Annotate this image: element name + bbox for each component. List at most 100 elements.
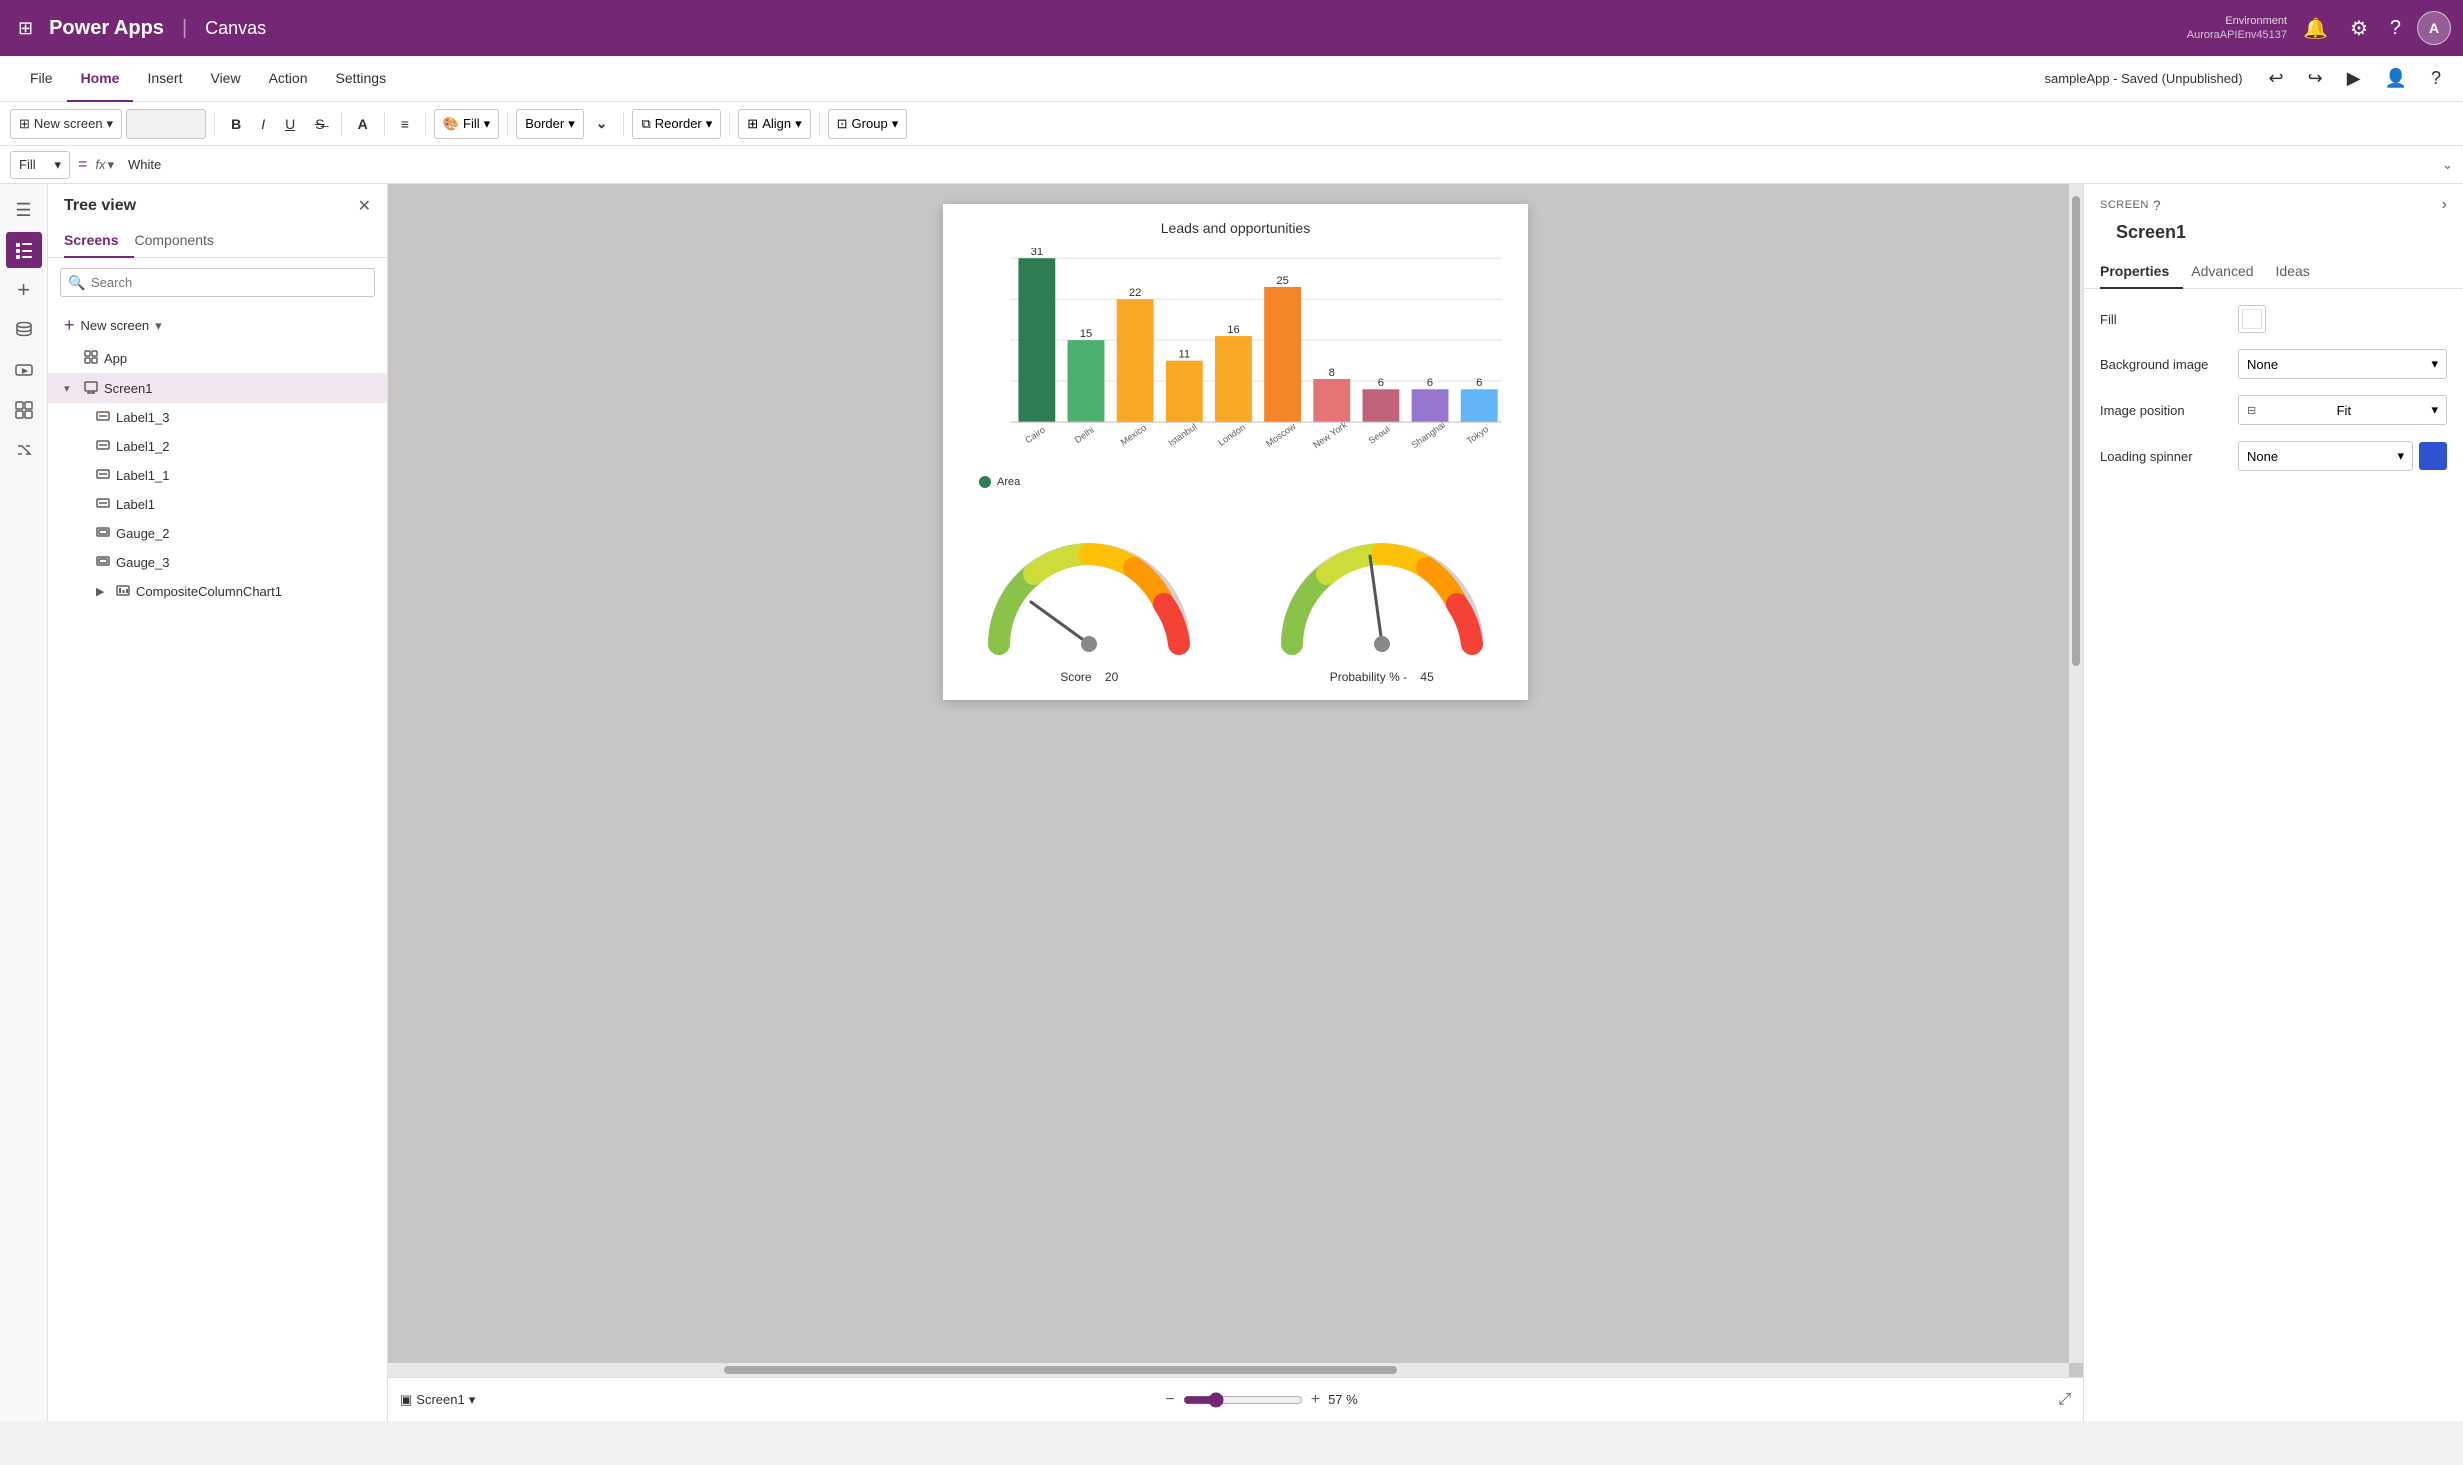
chevron-down-button[interactable]: ⌄: [588, 109, 616, 139]
formula-input[interactable]: [122, 153, 2434, 176]
tab-ideas[interactable]: Ideas: [2276, 255, 2324, 289]
bottom-right: ⤢: [2058, 1391, 2071, 1409]
tree-item-label1-2[interactable]: Label1_2: [48, 432, 387, 461]
avatar[interactable]: A: [2417, 11, 2451, 45]
tree-item-label1-1[interactable]: Label1_1: [48, 461, 387, 490]
search-input[interactable]: [60, 268, 375, 297]
play-icon[interactable]: ▶: [2341, 62, 2367, 95]
image-position-icon: ⊟: [2247, 404, 2256, 417]
loading-spinner-color-swatch[interactable]: [2419, 442, 2447, 470]
group-chevron: ▾: [892, 116, 899, 132]
screen-help-icon[interactable]: ?: [2153, 197, 2161, 213]
image-position-selected: Fit: [2337, 403, 2351, 418]
fill-label: Fill: [463, 116, 480, 131]
undo-icon[interactable]: ↩: [2263, 62, 2290, 95]
app-icon: [84, 350, 98, 367]
zoom-value: 57 %: [1328, 1392, 1368, 1407]
variables-icon[interactable]: [6, 432, 42, 468]
expand-button[interactable]: ⤢: [2058, 1391, 2071, 1409]
environment-value: AuroraAPIEnv45137: [2187, 28, 2287, 42]
tab-components[interactable]: Components: [134, 224, 229, 258]
fill-color-box[interactable]: [2238, 305, 2266, 333]
property-selector[interactable]: Fill ▾: [10, 151, 70, 179]
tab-screens[interactable]: Screens: [64, 224, 134, 258]
tree-item-label1-3[interactable]: Label1_3: [48, 403, 387, 432]
svg-text:25: 25: [1276, 275, 1289, 287]
svg-text:Delhi: Delhi: [1073, 425, 1096, 445]
tab-advanced[interactable]: Advanced: [2191, 255, 2267, 289]
gear-icon[interactable]: ⚙: [2344, 10, 2374, 47]
search-icon: 🔍: [68, 274, 85, 291]
menu-action[interactable]: Action: [255, 56, 322, 102]
zoom-out-button[interactable]: −: [1165, 1391, 1174, 1409]
font-color-button[interactable]: A: [350, 109, 376, 139]
fill-dropdown[interactable]: 🎨 Fill ▾: [434, 109, 499, 139]
tree-item-app[interactable]: App: [48, 344, 387, 373]
bell-icon[interactable]: 🔔: [2297, 10, 2334, 47]
canvas-scroll[interactable]: Leads and opportunities 31 15: [388, 184, 2083, 1377]
user-icon[interactable]: 👤: [2379, 62, 2413, 95]
zoom-number: 57: [1328, 1392, 1342, 1407]
tree-item-label1[interactable]: Label1: [48, 490, 387, 519]
formula-expand-icon[interactable]: ⌄: [2442, 157, 2453, 173]
bold-button[interactable]: B: [223, 109, 249, 139]
tree-tabs: Screens Components: [48, 224, 387, 258]
image-position-dropdown[interactable]: ⊟ Fit ▾: [2238, 395, 2447, 425]
grid-icon[interactable]: ⊞: [12, 12, 39, 45]
tree-item-screen1[interactable]: ▾ Screen1 ···: [48, 373, 387, 403]
align-text-button[interactable]: ≡: [393, 109, 417, 139]
new-screen-button[interactable]: ⊞ New screen ▾: [10, 109, 122, 139]
chart-text: CompositeColumnChart1: [136, 584, 371, 599]
menu-view[interactable]: View: [196, 56, 254, 102]
components-icon[interactable]: [6, 392, 42, 428]
menu-home[interactable]: Home: [67, 56, 134, 102]
collapse-icon: ▾: [64, 382, 78, 395]
props-header: SCREEN ? ›: [2084, 184, 2463, 218]
props-expand-icon[interactable]: ›: [2442, 196, 2447, 214]
zoom-slider[interactable]: [1183, 1392, 1303, 1408]
svg-text:6: 6: [1378, 377, 1384, 389]
background-image-dropdown[interactable]: None ▾: [2238, 349, 2447, 379]
menu-settings[interactable]: Settings: [322, 56, 401, 102]
tree-item-gauge3[interactable]: Gauge_3: [48, 548, 387, 577]
border-dropdown[interactable]: Border ▾: [516, 109, 584, 139]
data-icon[interactable]: [6, 312, 42, 348]
vertical-scrollbar[interactable]: [2069, 184, 2083, 1363]
tree-item-gauge2[interactable]: Gauge_2: [48, 519, 387, 548]
svg-text:Tokyo: Tokyo: [1465, 424, 1490, 446]
underline-button[interactable]: U: [277, 109, 303, 139]
plus-icon: +: [64, 315, 75, 336]
strikethrough-button[interactable]: S̶: [307, 109, 332, 139]
horizontal-scrollbar[interactable]: [388, 1363, 2069, 1377]
add-icon[interactable]: +: [6, 272, 42, 308]
group-icon: ⊡: [837, 116, 848, 132]
help2-icon[interactable]: ?: [2425, 62, 2447, 95]
redo-icon[interactable]: ↪: [2302, 62, 2329, 95]
font-selector[interactable]: [126, 109, 206, 139]
tab-properties[interactable]: Properties: [2100, 255, 2183, 289]
screen-selector[interactable]: ▣ Screen1 ▾: [400, 1392, 475, 1408]
help-icon[interactable]: ?: [2384, 11, 2407, 46]
menu-insert[interactable]: Insert: [133, 56, 196, 102]
new-screen-button[interactable]: + New screen ▾: [48, 307, 387, 344]
gauge1-svg: [969, 514, 1209, 664]
gauge2-value: 45: [1420, 670, 1433, 684]
tree-view-icon[interactable]: [6, 232, 42, 268]
svg-text:11: 11: [1178, 349, 1190, 361]
background-image-selected: None: [2247, 357, 2278, 372]
tree-close-button[interactable]: ✕: [358, 196, 371, 216]
left-sidebar-rail: ☰ +: [0, 184, 48, 1421]
media-icon[interactable]: [6, 352, 42, 388]
align-dropdown[interactable]: ⊞ Align ▾: [738, 109, 810, 139]
loading-spinner-dropdown[interactable]: None ▾: [2238, 441, 2413, 471]
hamburger-icon[interactable]: ☰: [6, 192, 42, 228]
canvas-label: Canvas: [205, 18, 266, 39]
zoom-in-button[interactable]: +: [1311, 1391, 1320, 1409]
align-label: Align: [762, 116, 791, 131]
screen-dropdown-icon: ▾: [469, 1392, 476, 1408]
reorder-dropdown[interactable]: ⧉ Reorder ▾: [632, 109, 721, 139]
menu-file[interactable]: File: [16, 56, 67, 102]
italic-button[interactable]: I: [253, 109, 273, 139]
group-dropdown[interactable]: ⊡ Group ▾: [828, 109, 908, 139]
tree-item-chart[interactable]: ▶ CompositeColumnChart1: [48, 577, 387, 606]
